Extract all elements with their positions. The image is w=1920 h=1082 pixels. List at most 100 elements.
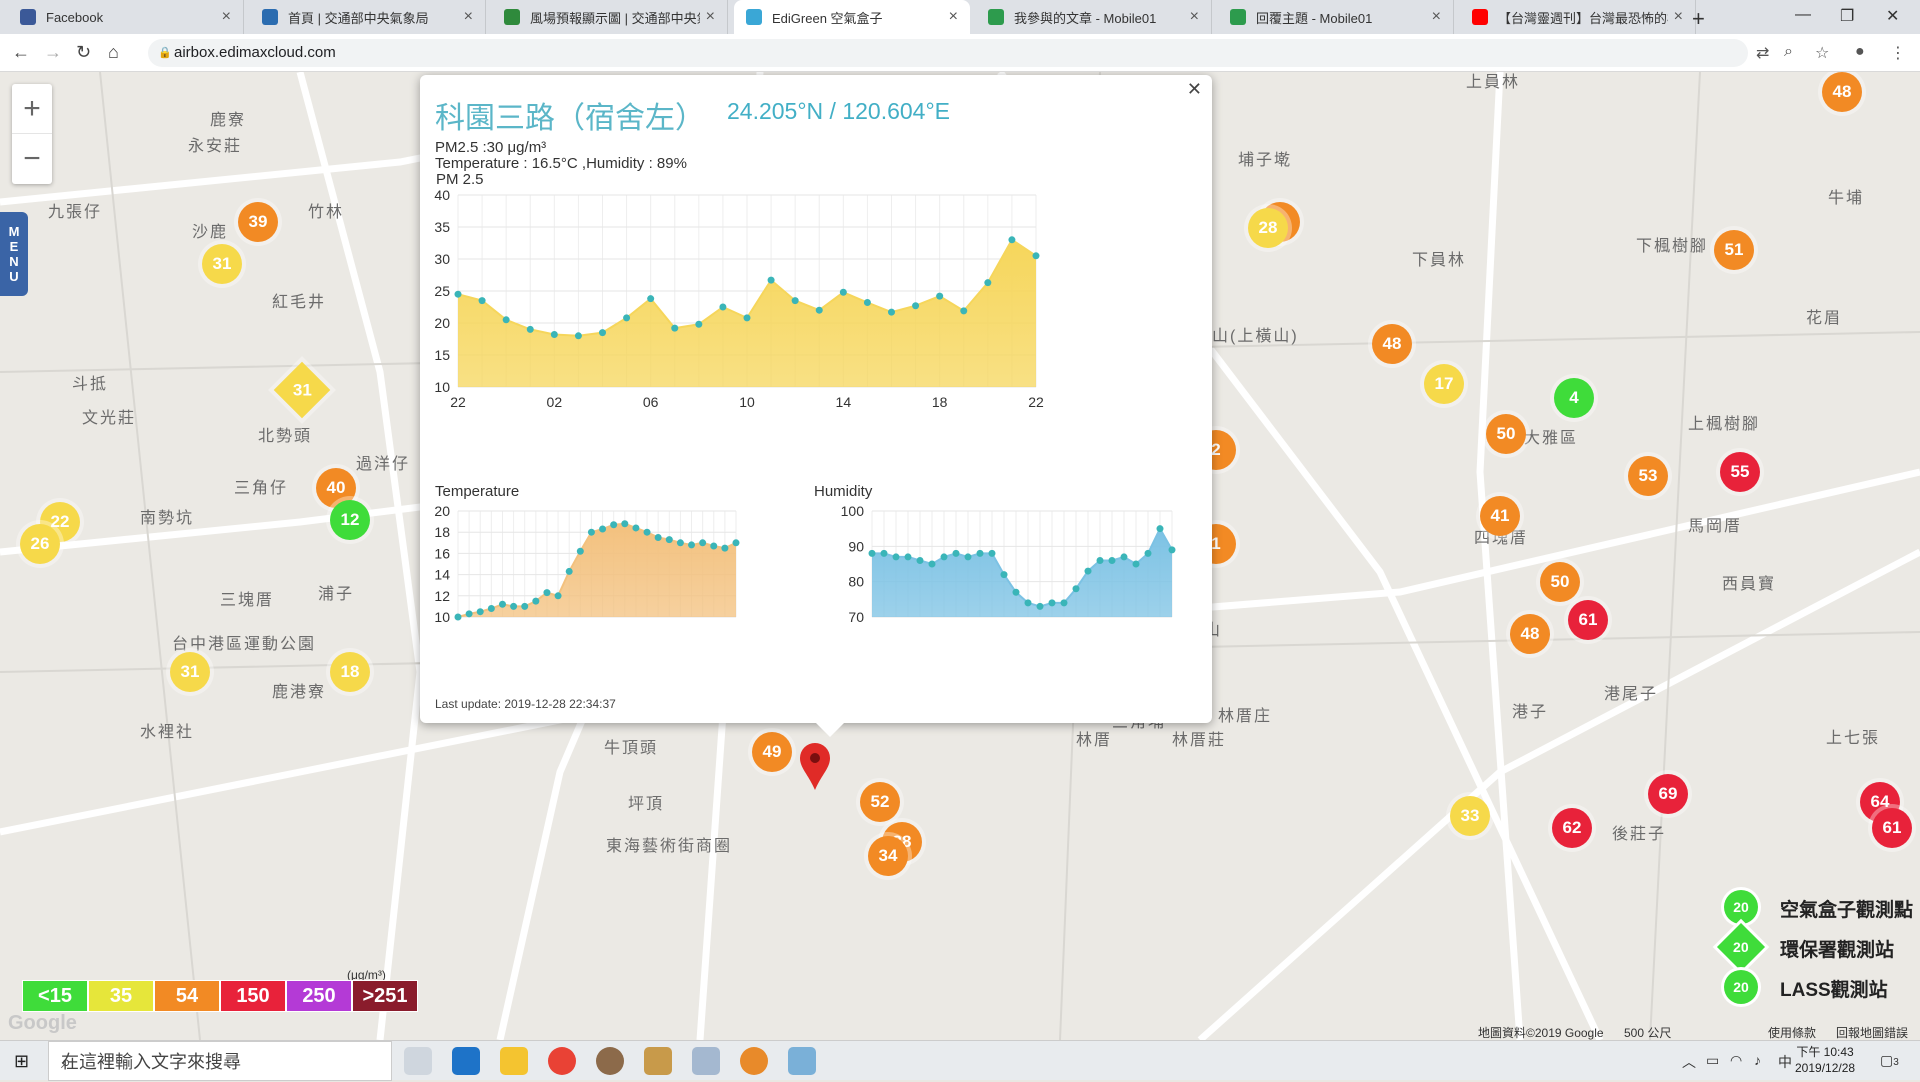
legend-station-type: 空氣盒子觀測點 xyxy=(1780,900,1914,921)
sensor-marker[interactable]: 4 xyxy=(1554,378,1594,418)
sensor-marker[interactable]: 34 xyxy=(868,836,908,876)
bookmark-star-icon[interactable]: ☆ xyxy=(1815,43,1829,63)
scale-label: 500 公尺 xyxy=(1624,1026,1672,1040)
sensor-marker[interactable]: 48 xyxy=(1822,72,1862,112)
reload-icon[interactable]: ↻ xyxy=(76,42,91,63)
sensor-value: 51 xyxy=(1724,240,1744,259)
tab-4[interactable]: EdiGreen 空氣盒子 × xyxy=(734,0,970,34)
tab-close-icon[interactable]: × xyxy=(1190,8,1199,26)
tray-chevron-icon[interactable]: ︿ xyxy=(1682,1052,1696,1072)
file-explorer-icon[interactable] xyxy=(500,1047,528,1075)
app-icon-3[interactable] xyxy=(692,1047,720,1075)
data-point xyxy=(1032,252,1040,260)
new-tab-button[interactable]: + xyxy=(1692,6,1705,32)
close-icon[interactable]: ✕ xyxy=(1187,79,1202,100)
app-icon-4[interactable] xyxy=(740,1047,768,1075)
volume-icon[interactable]: ♪ xyxy=(1754,1052,1761,1068)
tab-6[interactable]: 回覆主題 - Mobile01 × xyxy=(1218,0,1454,34)
sensor-marker[interactable]: 50 xyxy=(1486,414,1526,454)
profile-icon[interactable]: ● xyxy=(1855,43,1865,61)
tab-close-icon[interactable]: × xyxy=(222,8,231,26)
sensor-marker[interactable]: 49 xyxy=(752,732,792,772)
tab-1[interactable]: Facebook × xyxy=(8,0,244,34)
place-label: 林厝庄 xyxy=(1218,708,1273,725)
place-label: 斗抵 xyxy=(72,376,109,393)
sensor-marker[interactable]: 62 xyxy=(1552,808,1592,848)
app-icon-1[interactable] xyxy=(596,1047,624,1075)
data-point xyxy=(565,567,573,575)
menu-tab[interactable]: MENU xyxy=(0,212,28,296)
data-point xyxy=(1144,549,1152,557)
sensor-marker[interactable]: 31 xyxy=(170,652,210,692)
wifi-icon[interactable]: ◠ xyxy=(1730,1052,1742,1069)
ime-indicator[interactable]: 中 xyxy=(1778,1052,1792,1072)
sensor-marker[interactable]: 39 xyxy=(238,202,278,242)
sensor-marker[interactable]: 61 xyxy=(1872,808,1912,848)
tab-2[interactable]: 首頁 | 交通部中央氣象局 × xyxy=(250,0,486,34)
sensor-marker[interactable]: 51 xyxy=(1714,230,1754,270)
translate-icon[interactable]: ⇄ xyxy=(1756,43,1769,63)
battery-icon[interactable]: ▭ xyxy=(1706,1052,1719,1069)
report-error-link[interactable]: 回報地圖錯誤 xyxy=(1836,1024,1908,1040)
sensor-marker[interactable]: 48 xyxy=(1372,324,1412,364)
data-point xyxy=(688,541,696,549)
chrome-icon[interactable] xyxy=(548,1047,576,1075)
sensor-marker[interactable]: 50 xyxy=(1540,562,1580,602)
tab-3[interactable]: 風場預報顯示圖 | 交通部中央氣象 × xyxy=(492,0,728,34)
kebab-menu-icon[interactable]: ⋮ xyxy=(1890,43,1906,63)
back-icon[interactable]: ← xyxy=(12,42,30,63)
location-pin-icon[interactable] xyxy=(798,742,832,792)
sensor-marker[interactable]: 52 xyxy=(860,782,900,822)
sensor-marker[interactable]: 12 xyxy=(330,500,370,540)
maximize-icon[interactable]: ❐ xyxy=(1840,6,1854,26)
url-text: airbox.edimaxcloud.com xyxy=(174,44,336,61)
app-icon-2[interactable] xyxy=(644,1047,672,1075)
temp-humidity-reading: Temperature : 16.5°C ,Humidity : 89% xyxy=(435,155,687,172)
notification-count: 3 xyxy=(1893,1057,1899,1068)
close-window-icon[interactable]: ✕ xyxy=(1886,6,1899,26)
sensor-marker[interactable]: 48 xyxy=(1510,614,1550,654)
y-tick-label: 35 xyxy=(434,219,450,235)
sensor-marker[interactable]: 26 xyxy=(20,524,60,564)
tab-5[interactable]: 我參與的文章 - Mobile01 × xyxy=(976,0,1212,34)
tab-close-icon[interactable]: × xyxy=(464,8,473,26)
app-icon-5[interactable] xyxy=(788,1047,816,1075)
sensor-marker[interactable]: 61 xyxy=(1568,600,1608,640)
tab-close-icon[interactable]: × xyxy=(949,8,958,26)
task-view-icon[interactable] xyxy=(404,1047,432,1075)
y-tick-label: 30 xyxy=(434,251,450,267)
sensor-marker[interactable]: 33 xyxy=(1450,796,1490,836)
tab-close-icon[interactable]: × xyxy=(1674,8,1683,26)
taskbar-search-box[interactable]: ⌕ 在這裡輸入文字來搜尋 xyxy=(48,1041,392,1081)
sensor-marker[interactable]: 28 xyxy=(1248,208,1288,248)
map-canvas[interactable]: 鹿寮 永安莊 九張仔 沙鹿 竹林 紅毛井 斗抵 文光莊 北勢頭 過洋仔 三角仔 南勢坑 三塊厝 浦子 台中港… xyxy=(0,72,1920,1040)
notification-icon[interactable]: ▢3 xyxy=(1880,1052,1899,1069)
sensor-marker[interactable]: 55 xyxy=(1720,452,1760,492)
sensor-marker[interactable]: 69 xyxy=(1648,774,1688,814)
terms-link[interactable]: 使用條款 xyxy=(1768,1024,1816,1040)
sensor-marker[interactable]: 31 xyxy=(202,244,242,284)
tab-close-icon[interactable]: × xyxy=(706,8,715,26)
sensor-marker[interactable]: 18 xyxy=(330,652,370,692)
minimize-icon[interactable]: — xyxy=(1795,6,1811,24)
system-clock[interactable]: 下午 10:43 2019/12/28 xyxy=(1795,1044,1855,1076)
place-label: 西員寶 xyxy=(1722,576,1777,593)
sensor-marker[interactable]: 41 xyxy=(1480,496,1520,536)
data-point xyxy=(587,528,595,536)
windows-start-icon[interactable]: ⊞ xyxy=(14,1051,29,1072)
zoom-in-button[interactable]: + xyxy=(12,84,52,134)
place-label: 坪頂 xyxy=(628,796,665,813)
tab-7[interactable]: 【台灣靈週刊】台灣最恐怖的核 × xyxy=(1460,0,1696,34)
sensor-value: 61 xyxy=(1882,818,1902,837)
data-point xyxy=(892,553,900,561)
sensor-marker[interactable]: 53 xyxy=(1628,456,1668,496)
zoom-out-button[interactable]: − xyxy=(12,134,52,184)
edge-icon[interactable] xyxy=(452,1047,480,1075)
aqi-level: <15 xyxy=(22,980,88,1012)
address-bar[interactable]: 🔒 airbox.edimaxcloud.com xyxy=(148,39,1748,67)
tab-close-icon[interactable]: × xyxy=(1432,8,1441,26)
home-icon[interactable]: ⌂ xyxy=(108,42,119,63)
zoom-icon[interactable]: ⌕ xyxy=(1784,43,1793,61)
sensor-marker[interactable]: 17 xyxy=(1424,364,1464,404)
forward-icon[interactable]: → xyxy=(44,42,62,63)
